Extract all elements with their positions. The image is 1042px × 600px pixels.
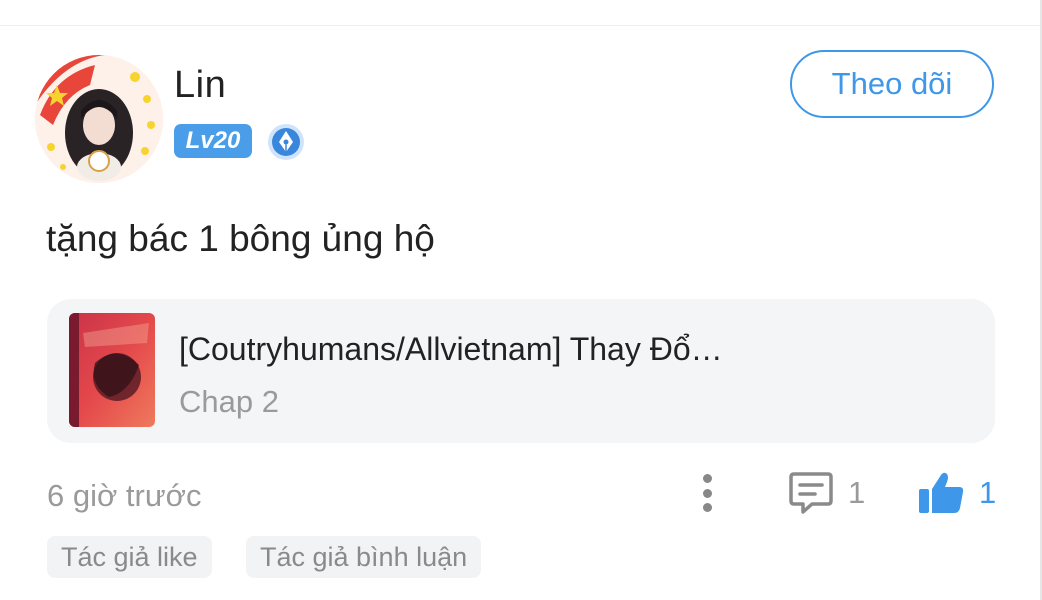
story-card[interactable]: [Coutryhumans/Allvietnam] Thay Đổ… Chap … [47, 299, 995, 443]
post-timestamp: 6 giờ trước [47, 478, 202, 513]
author-liked-tag: Tác giả like [47, 536, 212, 578]
more-dot [702, 503, 712, 512]
follow-button[interactable]: Theo dõi [790, 50, 994, 118]
avatar-image [35, 55, 163, 183]
user-name[interactable]: Lin [174, 64, 226, 107]
pen-nib-medal-icon [268, 124, 304, 160]
story-title: [Coutryhumans/Allvietnam] Thay Đổ… [179, 331, 723, 367]
thumbs-up-icon [919, 472, 964, 513]
author-commented-tag: Tác giả bình luận [246, 536, 482, 578]
level-badge: Lv20 [174, 124, 252, 158]
more-options-button[interactable] [692, 470, 722, 516]
more-dot [702, 474, 712, 483]
like-count: 1 [979, 475, 997, 510]
story-cover-image [69, 313, 155, 427]
like-button[interactable]: 1 [917, 470, 996, 516]
comment-count: 1 [848, 475, 866, 510]
story-chapter: Chap 2 [179, 384, 279, 419]
post-text: tặng bác 1 bông ủng hộ [46, 218, 435, 259]
top-divider [0, 25, 1042, 26]
more-dot [702, 488, 712, 498]
comment-icon [789, 472, 833, 514]
comment-button[interactable]: 1 [788, 470, 865, 516]
user-avatar[interactable] [35, 55, 163, 183]
